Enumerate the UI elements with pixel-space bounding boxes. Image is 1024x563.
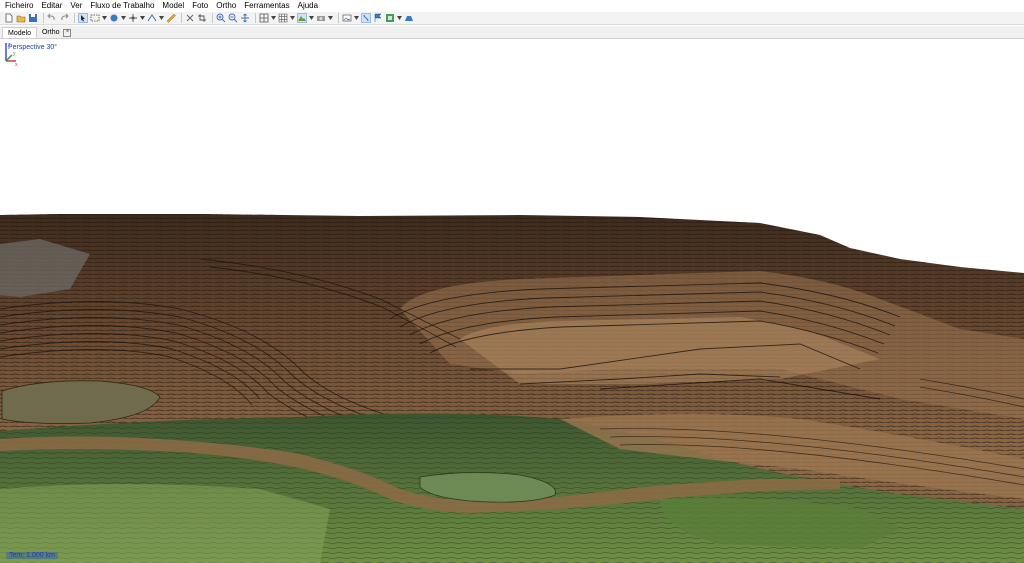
toolbar-separator <box>181 13 182 23</box>
axis-gizmo: z x y <box>5 42 18 67</box>
chevron-down-icon[interactable] <box>102 13 107 23</box>
tab-ortho[interactable]: Ortho × <box>37 27 77 38</box>
chevron-down-icon[interactable] <box>121 13 126 23</box>
axis-x-label: x <box>15 62 18 67</box>
toolbar-separator <box>74 13 75 23</box>
menu-bar: Ficheiro Editar Ver Fluxo de Trabalho Mo… <box>0 0 1024 12</box>
chevron-down-icon[interactable] <box>354 13 359 23</box>
chevron-down-icon[interactable] <box>328 13 333 23</box>
menu-fluxo-de-trabalho[interactable]: Fluxo de Trabalho <box>86 0 158 12</box>
chevron-down-icon[interactable] <box>397 13 402 23</box>
new-file-icon[interactable] <box>4 13 14 23</box>
menu-ver[interactable]: Ver <box>66 0 86 12</box>
toolbar <box>0 12 1024 25</box>
menu-foto[interactable]: Foto <box>188 0 212 12</box>
move-icon[interactable] <box>240 13 250 23</box>
redo-icon[interactable] <box>59 13 69 23</box>
menu-ajuda[interactable]: Ajuda <box>294 0 322 12</box>
axis-z-label: z <box>8 42 11 48</box>
chevron-down-icon[interactable] <box>271 13 276 23</box>
ruler-icon[interactable] <box>166 13 176 23</box>
save-icon[interactable] <box>28 13 38 23</box>
axis-y-label: y <box>13 51 16 57</box>
zoom-out-icon[interactable] <box>228 13 238 23</box>
toolbar-separator <box>212 13 213 23</box>
menu-ortho[interactable]: Ortho <box>212 0 240 12</box>
flag-icon[interactable] <box>373 13 383 23</box>
menu-editar[interactable]: Editar <box>37 0 66 12</box>
menu-model[interactable]: Model <box>158 0 188 12</box>
camera-icon[interactable] <box>316 13 326 23</box>
open-folder-icon[interactable] <box>16 13 26 23</box>
layers-icon[interactable] <box>385 13 395 23</box>
chevron-down-icon[interactable] <box>309 13 314 23</box>
chevron-down-icon[interactable] <box>290 13 295 23</box>
zoom-in-icon[interactable] <box>216 13 226 23</box>
toolbar-separator <box>255 13 256 23</box>
navigate-icon[interactable] <box>147 13 157 23</box>
model-viewport[interactable]: Perspective 30° Tem: 1.000 km z x y <box>0 39 1024 563</box>
crop-icon[interactable] <box>197 13 207 23</box>
menu-ferramentas[interactable]: Ferramentas <box>240 0 293 12</box>
undo-icon[interactable] <box>47 13 57 23</box>
terrain-render <box>0 214 1024 563</box>
shading-icon[interactable] <box>297 13 307 23</box>
image-icon[interactable] <box>342 13 352 23</box>
close-icon[interactable]: × <box>63 28 72 37</box>
rectangle-select-icon[interactable] <box>90 13 100 23</box>
ortho-icon[interactable] <box>404 13 414 23</box>
toolbar-separator <box>43 13 44 23</box>
chevron-down-icon[interactable] <box>159 13 164 23</box>
tab-bar: Modelo Ortho × <box>0 26 1024 39</box>
markers-icon[interactable] <box>361 13 371 23</box>
tab-modelo[interactable]: Modelo <box>2 27 37 38</box>
delete-icon[interactable] <box>185 13 195 23</box>
toolbar-separator <box>338 13 339 23</box>
texture-icon[interactable] <box>278 13 288 23</box>
grid-icon[interactable] <box>259 13 269 23</box>
select-icon[interactable] <box>78 13 88 23</box>
tab-ortho-label: Ortho <box>41 29 60 36</box>
chevron-down-icon[interactable] <box>140 13 145 23</box>
status-readout: Tem: 1.000 km <box>6 552 58 559</box>
model-view-icon[interactable] <box>109 13 119 23</box>
point-icon[interactable] <box>128 13 138 23</box>
menu-ficheiro[interactable]: Ficheiro <box>0 0 37 12</box>
